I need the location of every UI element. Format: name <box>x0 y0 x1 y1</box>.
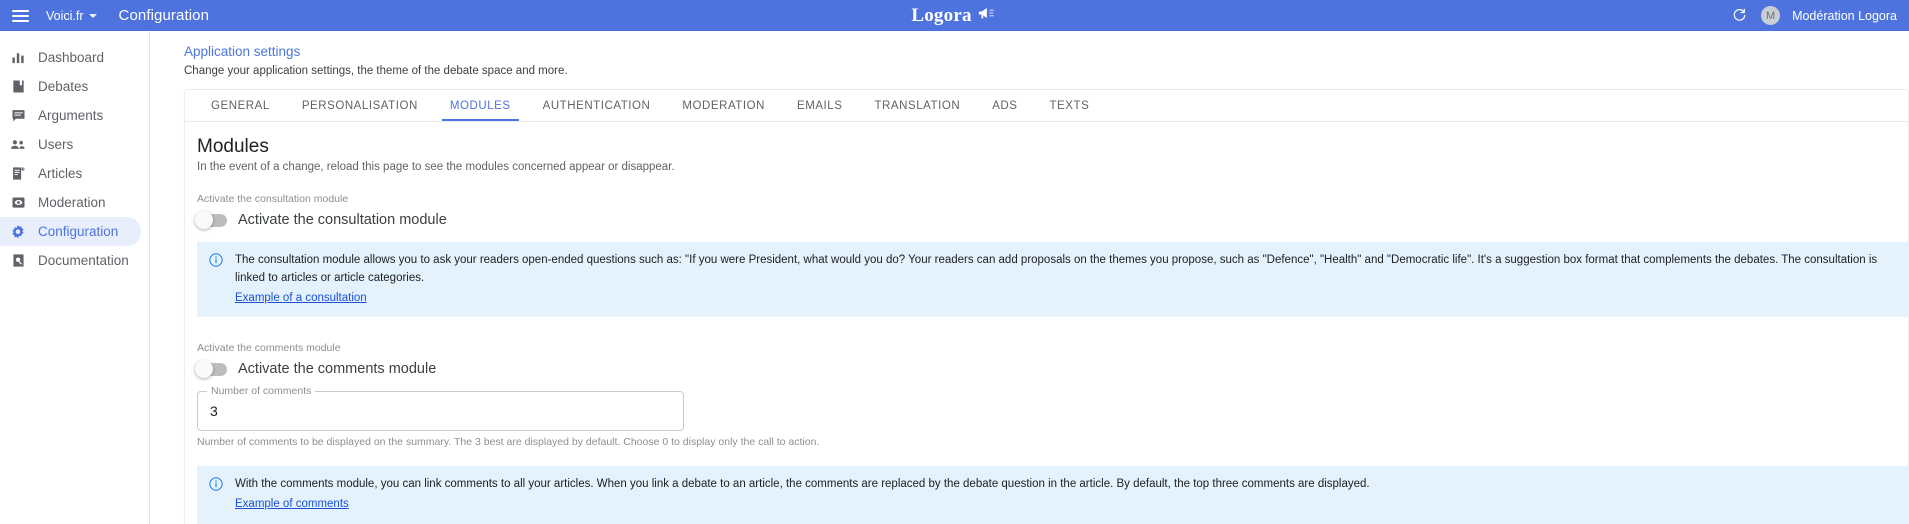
number-of-comments-helper: Number of comments to be displayed on th… <box>197 436 820 449</box>
sidebar-item-arguments[interactable]: Arguments <box>0 101 141 130</box>
settings-card: GENERAL PERSONALISATION MODULES AUTHENTI… <box>184 89 1909 524</box>
comments-info-body: With the comments module, you can link c… <box>235 476 1370 514</box>
modules-subheading: In the event of a change, reload this pa… <box>197 161 675 173</box>
modules-panel: Modules In the event of a change, reload… <box>185 122 1909 524</box>
sidebar-item-label: Users <box>38 137 74 152</box>
brand-name: Logora <box>911 4 972 26</box>
sidebar-item-configuration[interactable]: Configuration <box>0 217 141 246</box>
comments-infobox: With the comments module, you can link c… <box>197 466 1909 524</box>
article-add-icon <box>9 165 27 183</box>
tab-modules[interactable]: MODULES <box>434 90 527 121</box>
number-of-comments-label: Number of comments <box>207 385 316 398</box>
document-search-icon <box>9 252 27 270</box>
consultation-infobox: The consultation module allows you to as… <box>197 242 1909 318</box>
tab-texts[interactable]: TEXTS <box>1033 90 1105 121</box>
number-of-comments-field: Number of comments <box>197 385 684 432</box>
consultation-example-link[interactable]: Example of a consultation <box>235 290 367 308</box>
sidebar-item-users[interactable]: Users <box>0 130 141 159</box>
bar-chart-icon <box>9 49 27 67</box>
people-icon <box>9 136 27 154</box>
comments-example-link[interactable]: Example of comments <box>235 496 349 514</box>
comment-icon <box>9 107 27 125</box>
consultation-toggle[interactable] <box>195 211 227 229</box>
avatar[interactable]: M <box>1761 6 1781 25</box>
consultation-toggle-row: Activate the consultation module <box>195 211 1896 229</box>
tab-general[interactable]: GENERAL <box>195 90 286 121</box>
consultation-toggle-label: Activate the consultation module <box>238 212 447 228</box>
consultation-caption: Activate the consultation module <box>197 193 349 205</box>
chevron-down-icon <box>88 13 97 18</box>
sidebar-item-label: Debates <box>38 79 89 94</box>
sidebar-item-articles[interactable]: Articles <box>0 159 141 188</box>
sidebar-item-label: Dashboard <box>38 50 105 65</box>
toggle-knob <box>195 360 213 379</box>
sidebar-item-label: Configuration <box>38 224 119 239</box>
gear-icon <box>9 223 27 241</box>
page-header: Application settings Change your applica… <box>150 43 1909 77</box>
comments-toggle[interactable] <box>195 360 227 379</box>
consultation-info-body: The consultation module allows you to as… <box>235 252 1905 307</box>
comments-caption: Activate the comments module <box>197 342 341 355</box>
avatar-initial: M <box>1765 9 1776 22</box>
sidebar-item-label: Documentation <box>38 253 129 268</box>
app-bar-right-group: M Modération Logora <box>1729 0 1897 31</box>
sidebar-item-dashboard[interactable]: Dashboard <box>0 43 141 72</box>
page-title: Configuration <box>118 7 210 24</box>
application-settings-link[interactable]: Application settings <box>184 44 300 59</box>
tab-ads[interactable]: ADS <box>976 90 1033 121</box>
sidebar-item-label: Articles <box>38 166 83 181</box>
sidebar-item-label: Arguments <box>38 108 104 123</box>
number-of-comments-input[interactable] <box>198 392 683 431</box>
hamburger-menu-icon[interactable] <box>12 6 32 26</box>
tab-emails[interactable]: EMAILS <box>781 90 858 121</box>
sidebar: Dashboard Debates Arguments Users Articl <box>0 31 150 524</box>
top-app-bar: Voici.fr Configuration Logora M Modérati… <box>0 0 1909 31</box>
settings-tabs: GENERAL PERSONALISATION MODULES AUTHENTI… <box>185 90 1908 122</box>
info-icon <box>209 253 223 307</box>
comments-toggle-row: Activate the comments module <box>195 360 1896 379</box>
app-shell: Dashboard Debates Arguments Users Articl <box>0 31 1909 524</box>
site-selector-label: Voici.fr <box>46 8 84 23</box>
comments-info-text: With the comments module, you can link c… <box>235 478 1370 491</box>
sidebar-item-debates[interactable]: Debates <box>0 72 141 101</box>
comments-toggle-label: Activate the comments module <box>238 361 437 378</box>
main-content: Application settings Change your applica… <box>150 31 1909 524</box>
book-icon <box>9 78 27 96</box>
site-selector[interactable]: Voici.fr <box>46 9 97 23</box>
user-name-label[interactable]: Modération Logora <box>1792 9 1897 23</box>
page-subtitle: Change your application settings, the th… <box>184 65 568 77</box>
sidebar-item-moderation[interactable]: Moderation <box>0 188 141 217</box>
sidebar-item-documentation[interactable]: Documentation <box>0 246 141 275</box>
toggle-knob <box>195 211 213 229</box>
tab-personalisation[interactable]: PERSONALISATION <box>286 90 434 121</box>
sidebar-item-label: Moderation <box>38 195 106 210</box>
brand-logo: Logora <box>911 5 997 27</box>
tab-moderation[interactable]: MODERATION <box>666 90 781 121</box>
tab-translation[interactable]: TRANSLATION <box>858 90 976 121</box>
refresh-icon[interactable] <box>1729 6 1749 26</box>
info-icon <box>209 477 223 514</box>
eye-box-icon <box>9 194 27 212</box>
tab-authentication[interactable]: AUTHENTICATION <box>527 90 667 121</box>
megaphone-icon <box>978 6 998 25</box>
consultation-info-text: The consultation module allows you to as… <box>235 254 1878 284</box>
modules-heading: Modules <box>197 136 269 157</box>
